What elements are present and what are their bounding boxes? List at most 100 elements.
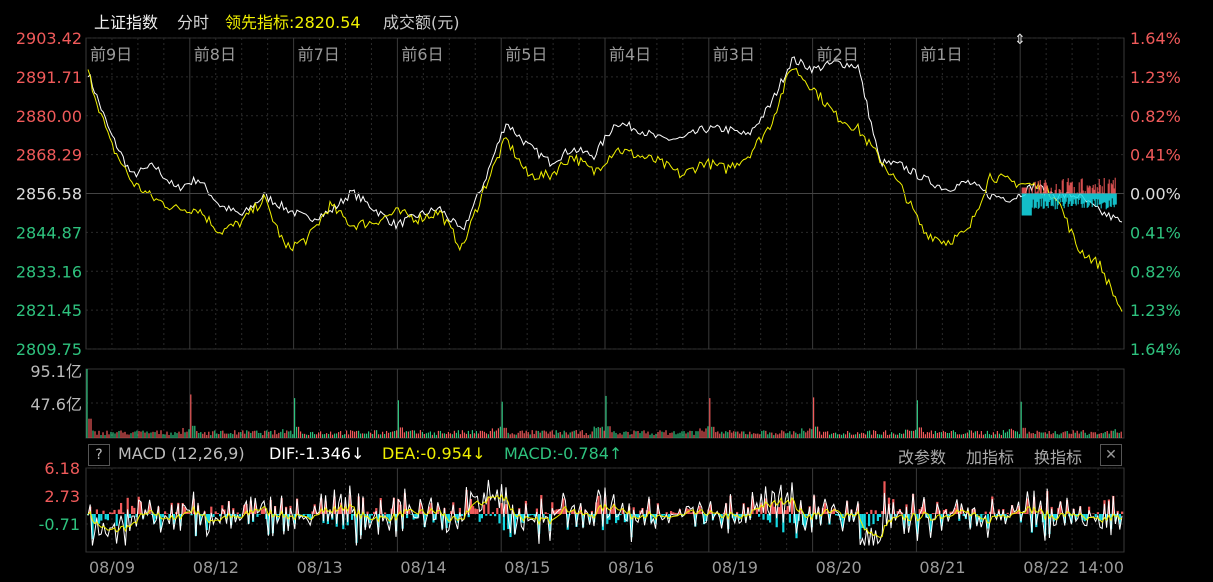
switch-indicator-button[interactable]: 换指标 (1034, 444, 1082, 468)
date-label: 08/15 (504, 558, 550, 577)
macd-histogram-bar (1006, 512, 1009, 514)
macd-histogram-bar (263, 508, 266, 514)
macd-histogram-bar (472, 506, 475, 514)
day-label: 前1日 (920, 45, 962, 64)
macd-histogram-bar (496, 508, 499, 514)
macd-tick: 2.73 (44, 487, 80, 506)
macd-histogram-bar (489, 514, 492, 516)
price-tick-left: 2891.71 (16, 68, 82, 87)
macd-histogram-bar (1096, 512, 1099, 514)
macd-histogram-bar (214, 511, 217, 514)
macd-histogram-bar (100, 514, 103, 521)
price-tick-left: 2844.87 (16, 223, 82, 242)
macd-histogram-bar (98, 514, 101, 524)
macd-histogram-bar (500, 503, 503, 514)
macd-histogram-bar (498, 514, 501, 524)
macd-histogram-bar (619, 514, 622, 516)
day-label: 前8日 (194, 45, 236, 64)
dif-value: DIF:-1.346↓ (269, 444, 365, 463)
price-tick-left: 2833.16 (16, 262, 82, 281)
macd-histogram-bar (491, 512, 494, 514)
date-label: 08/20 (816, 558, 862, 577)
macd-histogram-bar (755, 508, 758, 514)
macd-histogram-bar (236, 512, 239, 514)
volume-tick: 47.6亿 (30, 395, 82, 414)
date-label: 08/14 (400, 558, 446, 577)
add-indicator-button[interactable]: 加指标 (966, 444, 1014, 468)
price-tick-right: 1.64% (1130, 29, 1181, 48)
date-label: 08/21 (919, 558, 965, 577)
volume-tick: 95.1亿 (30, 362, 82, 381)
day-label: 前5日 (505, 45, 547, 64)
price-tick-right: 1.23% (1130, 68, 1181, 87)
macd-histogram-bar (663, 514, 666, 516)
macd-histogram-bar (874, 510, 877, 514)
macd-histogram-bar (788, 514, 791, 523)
date-label: 08/09 (89, 558, 135, 577)
date-label: 08/13 (297, 558, 343, 577)
macd-histogram-bar (188, 512, 191, 514)
macd-histogram-bar (256, 514, 259, 517)
time-label: 14:00 (1078, 558, 1124, 577)
macd-histogram-bar (879, 514, 882, 518)
price-tick-right: 0.82% (1130, 262, 1181, 281)
macd-histogram-bar (762, 514, 765, 520)
price-tick-left: 2880.00 (16, 107, 82, 126)
scroll-handle-icon[interactable]: ⇕ (1014, 32, 1026, 48)
price-tick-right: 0.82% (1130, 107, 1181, 126)
macd-histogram-bar (758, 514, 761, 517)
price-tick-right: 1.64% (1130, 340, 1181, 359)
macd-histogram-bar (384, 512, 387, 514)
price-tick-left: 2809.75 (16, 340, 82, 359)
macd-histogram-bar (474, 508, 477, 514)
macd-histogram-bar (868, 514, 871, 527)
price-tick-right: 1.23% (1130, 301, 1181, 320)
macd-histogram-bar (670, 511, 673, 514)
close-icon[interactable]: ✕ (1100, 444, 1122, 466)
macd-histogram-bar (870, 509, 873, 514)
macd-histogram-bar (133, 507, 136, 514)
date-label: 08/19 (712, 558, 758, 577)
macd-histogram-bar (824, 502, 827, 514)
macd-histogram-bar (689, 512, 692, 514)
macd-histogram-bar (674, 512, 677, 514)
macd-histogram-bar (111, 512, 114, 514)
macd-histogram-bar (529, 514, 532, 516)
macd-histogram-bar (106, 514, 109, 521)
macd-histogram-bar (984, 511, 987, 514)
macd-histogram-bar (128, 514, 131, 519)
date-label: 08/16 (608, 558, 654, 577)
price-tick-left: 2868.29 (16, 146, 82, 165)
macd-histogram-bar (485, 514, 488, 516)
macd-histogram-bar (544, 512, 547, 514)
day-label: 前4日 (609, 45, 651, 64)
macd-name[interactable]: MACD (12,26,9) (118, 444, 245, 463)
macd-histogram-bar (766, 514, 769, 521)
date-label: 08/22 (1023, 558, 1069, 577)
macd-histogram-bar (876, 514, 879, 522)
modify-params-button[interactable]: 改参数 (898, 444, 946, 468)
macd-histogram-bar (304, 514, 307, 515)
macd-histogram-bar (120, 502, 123, 514)
price-tick-left: 2856.58 (16, 185, 82, 204)
macd-toolbar: ? MACD (12,26,9) DIF:-1.346↓ DEA:-0.954↓… (86, 441, 1124, 467)
price-tick-left: 2903.42 (16, 29, 82, 48)
macd-histogram-bar (480, 514, 483, 519)
macd-histogram-bar (872, 514, 875, 525)
macd-histogram-bar (113, 509, 116, 514)
macd-histogram-bar (104, 514, 107, 520)
macd-histogram-bar (483, 504, 486, 514)
macd-histogram-bar (1024, 512, 1027, 514)
dea-value: DEA:-0.954↓ (382, 444, 486, 463)
day-label: 前6日 (401, 45, 443, 64)
macd-histogram-bar (494, 514, 497, 517)
macd-histogram-bar (1094, 514, 1097, 518)
macd-histogram-bar (131, 505, 134, 514)
macd-histogram-bar (95, 509, 98, 514)
price-tick-right: 0.00% (1130, 185, 1181, 204)
day-label: 前3日 (713, 45, 755, 64)
macd-histogram-bar (216, 513, 219, 514)
macd-histogram-bar (238, 514, 241, 517)
intraday-chart[interactable]: 2903.42 1.64% 2891.71 1.23% 2880.00 0.82% 2868… (0, 0, 1213, 582)
help-button[interactable]: ? (88, 444, 110, 466)
